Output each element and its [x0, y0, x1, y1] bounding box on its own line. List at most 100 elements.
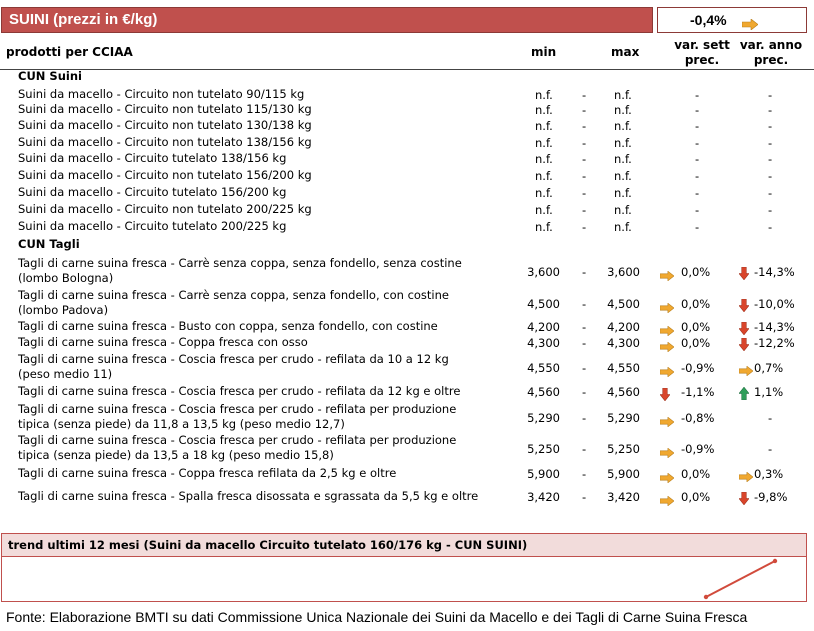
min-value: n.f. [535, 119, 553, 133]
var-sett-value: 0,0% [681, 467, 711, 481]
max-value: 4,560 [607, 385, 640, 399]
product-name: Suini da macello - Circuito non tutelato… [18, 135, 312, 149]
col-var-sett: var. sett prec. [674, 38, 730, 67]
table-header-bar: SUINI (prezzi in €/kg) [1, 7, 653, 33]
min-value: 3,600 [527, 265, 560, 279]
product-name-cont: tipica (senza piede) da 13,5 a 18 kg (pe… [18, 448, 334, 462]
max-value: n.f. [614, 119, 632, 133]
range-separator: - [582, 203, 587, 217]
var-anno-value: - [768, 203, 773, 217]
min-value: 5,900 [527, 467, 560, 481]
var-anno-value: 0,7% [754, 361, 784, 375]
product-name: Tagli di carne suina fresca - Coscia fre… [18, 433, 457, 447]
range-separator: - [582, 385, 587, 399]
var-anno-value: - [768, 442, 773, 456]
product-name: Tagli di carne suina fresca - Spalla fre… [18, 489, 479, 503]
trend-sparkline [703, 558, 778, 600]
col-min: min [531, 45, 557, 59]
max-value: n.f. [614, 203, 632, 217]
min-value: n.f. [535, 136, 553, 150]
range-separator: - [582, 320, 587, 334]
max-value: 4,550 [607, 361, 640, 375]
summary-value: -0,4% [690, 12, 727, 28]
max-value: n.f. [614, 169, 632, 183]
var-anno-value: - [768, 103, 773, 117]
range-separator: - [582, 442, 587, 456]
max-value: 4,300 [607, 336, 640, 350]
min-value: 4,200 [527, 320, 560, 334]
range-separator: - [582, 103, 587, 117]
product-name: Tagli di carne suina fresca - Carrè senz… [18, 288, 449, 302]
max-value: n.f. [614, 220, 632, 234]
var-anno-value: 1,1% [754, 385, 784, 399]
var-sett-value: 0,0% [681, 297, 711, 311]
var-sett-value: -0,8% [681, 411, 715, 425]
col-var-anno: var. anno prec. [739, 38, 803, 67]
var-anno-value: - [768, 169, 773, 183]
min-value: 4,500 [527, 297, 560, 311]
product-name-cont: (lombo Bologna) [18, 271, 114, 285]
var-sett-value: 0,0% [681, 490, 711, 504]
max-value: 5,250 [607, 442, 640, 456]
var-anno-value: - [768, 136, 773, 150]
var-anno-value: - [768, 186, 773, 200]
range-separator: - [582, 119, 587, 133]
product-name: Tagli di carne suina fresca - Coscia fre… [18, 352, 449, 366]
min-value: 5,290 [527, 411, 560, 425]
source-footnote: Fonte: Elaborazione BMTI su dati Commiss… [6, 609, 748, 625]
product-name: Suini da macello - Circuito non tutelato… [18, 168, 312, 182]
var-sett-value: - [695, 152, 700, 166]
product-name: Tagli di carne suina fresca - Carrè senz… [18, 256, 462, 270]
var-sett-value: - [695, 119, 700, 133]
section-title: CUN Tagli [18, 237, 80, 251]
var-sett-value: - [695, 220, 700, 234]
var-sett-value: 0,0% [681, 320, 711, 334]
min-value: n.f. [535, 220, 553, 234]
product-name-cont: (peso medio 11) [18, 367, 113, 381]
range-separator: - [582, 490, 587, 504]
var-anno-value: - [768, 119, 773, 133]
product-name: Tagli di carne suina fresca - Coppa fres… [18, 466, 397, 480]
var-sett-value: - [695, 169, 700, 183]
max-value: n.f. [614, 88, 632, 102]
range-separator: - [582, 361, 587, 375]
range-separator: - [582, 186, 587, 200]
max-value: n.f. [614, 152, 632, 166]
min-value: n.f. [535, 152, 553, 166]
product-name: Suini da macello - Circuito tutelato 200… [18, 219, 287, 233]
min-value: n.f. [535, 169, 553, 183]
min-value: 3,420 [527, 490, 560, 504]
range-separator: - [582, 265, 587, 279]
var-sett-value: 0,0% [681, 336, 711, 350]
product-name: Suini da macello - Circuito non tutelato… [18, 102, 312, 116]
var-anno-value: -14,3% [754, 320, 795, 334]
trend-title: trend ultimi 12 mesi (Suini da macello C… [8, 538, 528, 552]
product-name: Suini da macello - Circuito non tutelato… [18, 87, 305, 101]
var-sett-value: -1,1% [681, 385, 715, 399]
column-header-row: prodotti per CCIAA min max var. sett pre… [0, 37, 814, 70]
range-separator: - [582, 152, 587, 166]
range-separator: - [582, 467, 587, 481]
product-name: Suini da macello - Circuito tutelato 156… [18, 185, 287, 199]
min-value: n.f. [535, 103, 553, 117]
min-value: 4,550 [527, 361, 560, 375]
product-name: Suini da macello - Circuito non tutelato… [18, 202, 312, 216]
min-value: 5,250 [527, 442, 560, 456]
var-sett-value: - [695, 136, 700, 150]
max-value: 3,600 [607, 265, 640, 279]
col-max: max [611, 45, 640, 59]
var-anno-value: - [768, 411, 773, 425]
var-sett-value: - [695, 203, 700, 217]
max-value: 4,200 [607, 320, 640, 334]
min-value: n.f. [535, 88, 553, 102]
var-anno-value: - [768, 88, 773, 102]
table-title: SUINI (prezzi in €/kg) [9, 11, 158, 28]
var-anno-value: -14,3% [754, 265, 795, 279]
max-value: n.f. [614, 186, 632, 200]
var-sett-value: -0,9% [681, 361, 715, 375]
product-name: Tagli di carne suina fresca - Coppa fres… [18, 335, 308, 349]
product-name-cont: (lombo Padova) [18, 303, 109, 317]
range-separator: - [582, 220, 587, 234]
max-value: n.f. [614, 136, 632, 150]
var-anno-value: - [768, 152, 773, 166]
